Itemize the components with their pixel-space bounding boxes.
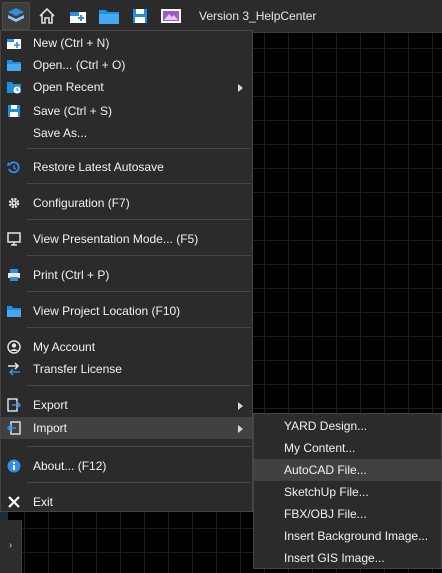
- menu-divider: [27, 148, 251, 149]
- presentation-icon: [161, 9, 181, 23]
- menu-divider: [27, 219, 251, 220]
- menu-item-open[interactable]: Open... (Ctrl + O): [1, 54, 252, 76]
- chevron-right-icon: ›: [8, 540, 13, 551]
- account-icon: [7, 340, 21, 354]
- close-icon: [7, 495, 21, 509]
- submenu-arrow-icon: [238, 402, 243, 410]
- submenu-item-label: Insert GIS Image...: [284, 551, 385, 565]
- menu-item-print[interactable]: Print (Ctrl + P): [1, 264, 252, 286]
- folder-icon: [7, 58, 21, 72]
- folder-location-icon: [7, 304, 21, 318]
- presentation-icon: [7, 232, 21, 246]
- submenu-item-autocad-file[interactable]: AutoCAD File...: [254, 459, 441, 481]
- submenu-item-fbx-obj-file[interactable]: FBX/OBJ File...: [254, 503, 441, 525]
- menu-item-save[interactable]: Save (Ctrl + S): [1, 100, 252, 122]
- presentation-button[interactable]: [157, 2, 185, 30]
- submenu-item-label: My Content...: [284, 441, 356, 455]
- recent-folder-icon: [7, 80, 21, 94]
- top-toolbar: Version 3_HelpCenter: [0, 0, 442, 33]
- menu-divider: [27, 291, 251, 292]
- project-title: Version 3_HelpCenter: [199, 9, 317, 23]
- submenu-item-label: FBX/OBJ File...: [284, 507, 367, 521]
- save-icon: [7, 104, 21, 118]
- menu-item-label: Exit: [33, 495, 54, 509]
- menu-item-save-as[interactable]: Save As...: [1, 122, 252, 144]
- menu-item-open-recent[interactable]: Open Recent: [1, 76, 252, 98]
- open-folder-button[interactable]: [95, 2, 123, 30]
- menu-divider: [27, 327, 251, 328]
- menu-item-export[interactable]: Export: [1, 394, 252, 416]
- info-icon: [7, 459, 21, 473]
- menu-item-restore-autosave[interactable]: Restore Latest Autosave: [1, 156, 252, 178]
- menu-item-new[interactable]: New (Ctrl + N): [1, 32, 252, 54]
- submenu-item-my-content[interactable]: My Content...: [254, 437, 441, 459]
- menu-item-label: Save As...: [33, 126, 88, 140]
- menu-item-label: Transfer License: [33, 362, 122, 376]
- menu-item-label: View Presentation Mode... (F5): [33, 232, 199, 246]
- submenu-item-label: YARD Design...: [284, 419, 368, 433]
- new-document-icon: [70, 12, 86, 23]
- menu-divider: [27, 385, 251, 386]
- home-icon: [39, 7, 55, 24]
- menu-item-label: Restore Latest Autosave: [33, 160, 164, 174]
- menu-item-label: Import: [33, 421, 68, 435]
- new-document-button[interactable]: [64, 2, 92, 30]
- menu-item-label: Print (Ctrl + P): [33, 268, 110, 282]
- submenu-item-label: Insert Background Image...: [284, 529, 429, 543]
- menu-item-exit[interactable]: Exit: [1, 491, 252, 513]
- menu-divider: [27, 183, 251, 184]
- menu-item-label: Open... (Ctrl + O): [33, 58, 126, 72]
- save-icon: [133, 9, 147, 23]
- menu-divider: [27, 482, 251, 483]
- app-menu-icon: [8, 8, 24, 22]
- menu-item-label: Export: [33, 398, 68, 412]
- menu-item-label: Save (Ctrl + S): [33, 104, 113, 118]
- import-submenu: YARD Design... My Content... AutoCAD Fil…: [253, 413, 442, 569]
- app-menu-button[interactable]: [2, 2, 30, 30]
- menu-item-transfer-license[interactable]: Transfer License: [1, 358, 252, 380]
- submenu-item-label: SketchUp File...: [284, 485, 369, 499]
- submenu-arrow-icon: [238, 84, 243, 92]
- menu-item-about[interactable]: About... (F12): [1, 455, 252, 477]
- gear-icon: [7, 196, 21, 210]
- menu-item-label: Configuration (F7): [33, 196, 130, 210]
- export-icon: [7, 398, 21, 412]
- printer-icon: [7, 268, 21, 282]
- menu-item-my-account[interactable]: My Account: [1, 336, 252, 358]
- home-button[interactable]: [33, 2, 61, 30]
- menu-item-project-location[interactable]: View Project Location (F10): [1, 300, 252, 322]
- panel-expand-tab[interactable]: ›: [0, 520, 22, 573]
- folder-icon: [99, 10, 119, 24]
- menu-item-label: Open Recent: [33, 80, 104, 94]
- menu-item-label: About... (F12): [33, 459, 107, 473]
- submenu-item-sketchup-file[interactable]: SketchUp File...: [254, 481, 441, 503]
- menu-item-label: View Project Location (F10): [33, 304, 181, 318]
- file-menu: New (Ctrl + N) Open... (Ctrl + O) Open R…: [0, 30, 253, 512]
- submenu-item-label: AutoCAD File...: [284, 463, 367, 477]
- transfer-icon: [7, 362, 21, 376]
- submenu-arrow-icon: [238, 425, 243, 433]
- submenu-item-gis-image[interactable]: Insert GIS Image...: [254, 547, 441, 569]
- restore-icon: [7, 160, 21, 174]
- menu-item-label: New (Ctrl + N): [33, 36, 110, 50]
- menu-divider: [27, 446, 251, 447]
- menu-divider: [27, 255, 251, 256]
- menu-item-import[interactable]: Import: [1, 417, 252, 439]
- save-button[interactable]: [126, 2, 154, 30]
- submenu-item-background-image[interactable]: Insert Background Image...: [254, 525, 441, 547]
- menu-item-label: My Account: [33, 340, 96, 354]
- new-document-icon: [7, 36, 21, 50]
- import-icon: [7, 421, 21, 435]
- submenu-item-yard-design[interactable]: YARD Design...: [254, 415, 441, 437]
- menu-item-configuration[interactable]: Configuration (F7): [1, 192, 252, 214]
- menu-item-presentation-mode[interactable]: View Presentation Mode... (F5): [1, 228, 252, 250]
